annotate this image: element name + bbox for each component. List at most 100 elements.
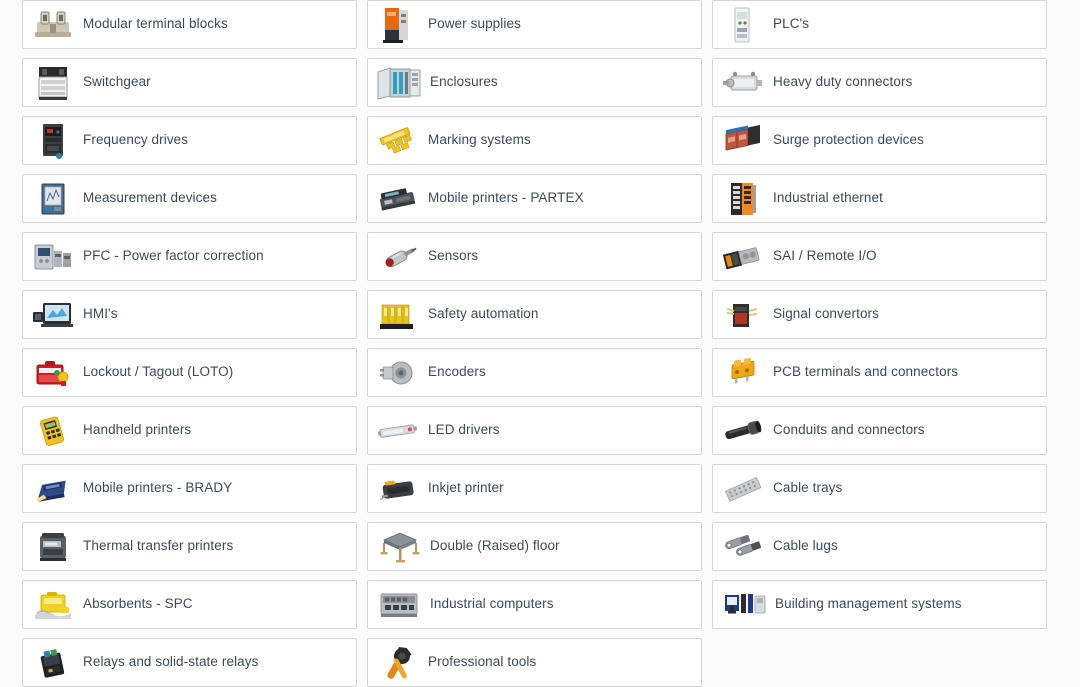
category-card[interactable]: Measurement devices — [22, 174, 357, 223]
category-label: Industrial computers — [430, 596, 554, 612]
category-cell: Thermal transfer printers — [22, 522, 357, 571]
category-label: Mobile printers - PARTEX — [428, 190, 584, 206]
category-card[interactable]: SAI / Remote I/O — [712, 232, 1047, 281]
category-label: SAI / Remote I/O — [773, 248, 877, 264]
category-card[interactable]: PCB terminals and connectors — [712, 348, 1047, 397]
hmi-icon — [29, 292, 77, 337]
surge-protection-icon — [719, 118, 767, 163]
inkjet-printer-icon — [374, 466, 422, 511]
category-card[interactable]: Absorbents - SPC — [22, 580, 357, 629]
category-card[interactable]: Industrial ethernet — [712, 174, 1047, 223]
category-card[interactable]: Safety automation — [367, 290, 702, 339]
building-management-icon — [717, 582, 773, 627]
category-card[interactable]: Sensors — [367, 232, 702, 281]
category-label: HMI's — [83, 306, 118, 322]
category-label: Lockout / Tagout (LOTO) — [83, 364, 234, 380]
enclosure-icon — [372, 60, 428, 105]
category-label: Measurement devices — [83, 190, 217, 206]
category-label: Heavy duty connectors — [773, 74, 913, 90]
mobile-printer-partex-icon — [374, 176, 422, 221]
category-cell-empty — [712, 638, 1047, 687]
category-label: Frequency drives — [83, 132, 189, 148]
category-card[interactable]: Handheld printers — [22, 406, 357, 455]
category-card[interactable]: Conduits and connectors — [712, 406, 1047, 455]
category-label: Double (Raised) floor — [430, 538, 560, 554]
category-cell: Cable lugs — [712, 522, 1047, 571]
category-cell: Industrial computers — [367, 580, 702, 629]
category-cell: Frequency drives — [22, 116, 357, 165]
category-card[interactable]: Mobile printers - PARTEX — [367, 174, 702, 223]
lockout-tagout-icon — [29, 350, 77, 395]
category-card[interactable]: Encoders — [367, 348, 702, 397]
category-card[interactable]: Relays and solid-state relays — [22, 638, 357, 687]
relay-icon — [29, 640, 77, 685]
absorbent-icon — [29, 582, 77, 627]
category-cell: Inkjet printer — [367, 464, 702, 513]
category-label: Signal convertors — [773, 306, 880, 322]
category-card[interactable]: Double (Raised) floor — [367, 522, 702, 571]
category-cell: Professional tools — [367, 638, 702, 687]
category-card[interactable]: Professional tools — [367, 638, 702, 687]
category-card[interactable]: Building management systems — [712, 580, 1047, 629]
category-card[interactable]: HMI's — [22, 290, 357, 339]
category-label: Marking systems — [428, 132, 531, 148]
sensor-icon — [374, 234, 422, 279]
category-cell: Industrial ethernet — [712, 174, 1047, 223]
category-row: Mobile printers - BRADY Inkjet printer C… — [0, 464, 1080, 513]
category-card[interactable]: Inkjet printer — [367, 464, 702, 513]
category-card[interactable]: Lockout / Tagout (LOTO) — [22, 348, 357, 397]
category-card[interactable]: PLC's — [712, 0, 1047, 49]
handheld-printer-icon — [29, 408, 77, 453]
pfc-icon — [29, 234, 77, 279]
category-card[interactable]: Switchgear — [22, 58, 357, 107]
category-cell: Marking systems — [367, 116, 702, 165]
category-card[interactable]: Cable trays — [712, 464, 1047, 513]
category-card[interactable]: Signal convertors — [712, 290, 1047, 339]
category-row: Frequency drives Marking systems Surge p… — [0, 116, 1080, 165]
category-card[interactable]: Modular terminal blocks — [22, 0, 357, 49]
category-card[interactable]: Frequency drives — [22, 116, 357, 165]
category-card[interactable]: Heavy duty connectors — [712, 58, 1047, 107]
category-cell: Switchgear — [22, 58, 357, 107]
category-row: Handheld printers LED drivers Conduits a… — [0, 406, 1080, 455]
category-cell: Cable trays — [712, 464, 1047, 513]
category-cell: Mobile printers - PARTEX — [367, 174, 702, 223]
category-row: Relays and solid-state relays Profession… — [0, 638, 1080, 687]
category-card[interactable]: Cable lugs — [712, 522, 1047, 571]
empty-slot — [712, 638, 1047, 687]
category-cell: Power supplies — [367, 0, 702, 49]
category-label: Handheld printers — [83, 422, 192, 438]
industrial-ethernet-icon — [719, 176, 767, 221]
category-label: Thermal transfer printers — [83, 538, 234, 554]
category-row: Absorbents - SPC Industrial computers Bu… — [0, 580, 1080, 629]
category-card[interactable]: Power supplies — [367, 0, 702, 49]
category-card[interactable]: Marking systems — [367, 116, 702, 165]
switchgear-icon — [29, 60, 77, 105]
category-card[interactable]: PFC - Power factor correction — [22, 232, 357, 281]
category-card[interactable]: Enclosures — [367, 58, 702, 107]
thermal-transfer-printer-icon — [29, 524, 77, 569]
conduit-icon — [719, 408, 767, 453]
category-card[interactable]: Surge protection devices — [712, 116, 1047, 165]
category-card[interactable]: Thermal transfer printers — [22, 522, 357, 571]
category-cell: Building management systems — [712, 580, 1047, 629]
category-card[interactable]: LED drivers — [367, 406, 702, 455]
measurement-device-icon — [29, 176, 77, 221]
category-cell: PLC's — [712, 0, 1047, 49]
category-label: Cable lugs — [773, 538, 838, 554]
category-label: Professional tools — [428, 654, 537, 670]
marking-system-icon — [374, 118, 422, 163]
plc-icon — [719, 2, 767, 47]
safety-automation-icon — [374, 292, 422, 337]
category-cell: Relays and solid-state relays — [22, 638, 357, 687]
category-label: Safety automation — [428, 306, 539, 322]
frequency-drive-icon — [29, 118, 77, 163]
category-label: Cable trays — [773, 480, 843, 496]
category-card[interactable]: Industrial computers — [367, 580, 702, 629]
heavy-duty-connector-icon — [719, 60, 767, 105]
category-card[interactable]: Mobile printers - BRADY — [22, 464, 357, 513]
category-cell: Lockout / Tagout (LOTO) — [22, 348, 357, 397]
category-label: Relays and solid-state relays — [83, 654, 259, 670]
category-cell: Handheld printers — [22, 406, 357, 455]
category-cell: Measurement devices — [22, 174, 357, 223]
